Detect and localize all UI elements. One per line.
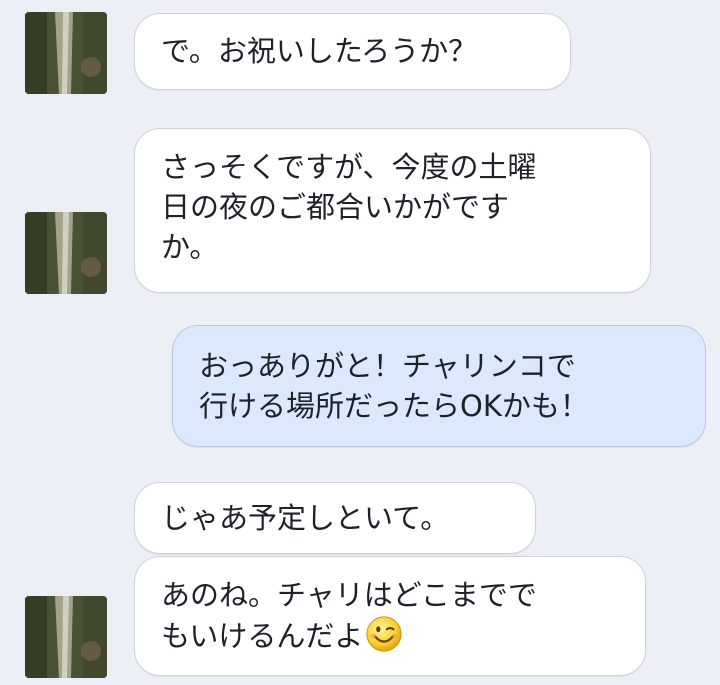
message-line: か。	[161, 230, 219, 264]
avatar-photo-icon	[25, 596, 107, 678]
message-bubble-incoming[interactable]: じゃあ予定しといて。	[134, 482, 536, 554]
avatar-photo-icon	[25, 212, 107, 294]
message-bubble-incoming[interactable]: あのね。チャリはどこまでで もいけるんだよ	[134, 556, 646, 676]
message-line: あのね。チャリはどこまでで	[161, 578, 537, 612]
chat-conversation: で。お祝いしたろうか？ さっそくですが、今度の土曜 日の夜のご都合いかがです か…	[0, 0, 720, 685]
message-bubble-incoming[interactable]: で。お祝いしたろうか？	[134, 13, 571, 90]
friend-avatar[interactable]	[25, 12, 107, 94]
avatar-photo-icon	[25, 12, 107, 94]
friend-avatar[interactable]	[25, 596, 107, 678]
message-line-with-emoji: もいけるんだよ	[161, 615, 619, 656]
message-line: で。お祝いしたろうか？	[161, 34, 478, 68]
message-line: じゃあ予定しといて。	[161, 501, 450, 535]
message-line: 日の夜のご都合いかがです	[161, 190, 510, 224]
wink-smiley-icon	[366, 616, 402, 652]
message-line: おっありがと！チャリンコで	[199, 349, 576, 383]
message-line: 行ける場所だったらOKかも！	[199, 389, 589, 423]
message-bubble-incoming[interactable]: さっそくですが、今度の土曜 日の夜のご都合いかがです か。	[134, 128, 651, 293]
message-text: もいけるんだよ	[161, 619, 364, 653]
friend-avatar[interactable]	[25, 212, 107, 294]
message-line: さっそくですが、今度の土曜	[161, 150, 537, 184]
message-bubble-outgoing[interactable]: おっありがと！チャリンコで 行ける場所だったらOKかも！	[172, 325, 706, 447]
